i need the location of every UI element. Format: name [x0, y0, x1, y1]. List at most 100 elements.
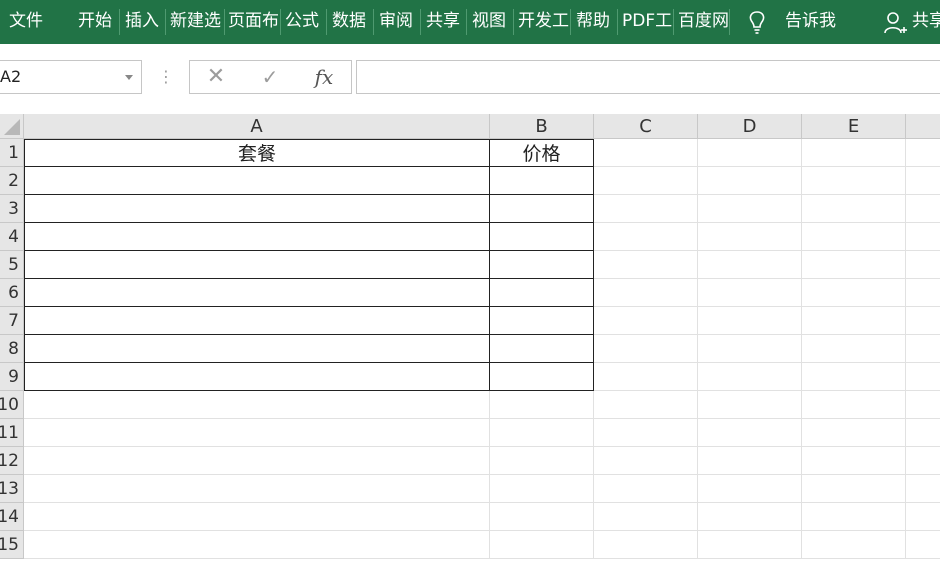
cell-e4[interactable]	[802, 223, 906, 251]
cell-c7[interactable]	[594, 307, 698, 335]
cell-d2[interactable]	[698, 167, 802, 195]
row-header-13[interactable]: 13	[0, 475, 24, 503]
cell-b11[interactable]	[490, 419, 594, 447]
row-header-8[interactable]: 8	[0, 335, 24, 363]
cell-c8[interactable]	[594, 335, 698, 363]
worksheet-grid[interactable]: ABCDE 1套餐价格 2 3 4 5 6 7 8 9 10 11 12 13 14 15	[0, 114, 940, 564]
cell-f12[interactable]	[906, 447, 940, 475]
cell-b1[interactable]: 价格	[490, 139, 594, 167]
row-header-15[interactable]: 15	[0, 531, 24, 559]
cell-d9[interactable]	[698, 363, 802, 391]
cell-d14[interactable]	[698, 503, 802, 531]
row-header-12[interactable]: 12	[0, 447, 24, 475]
cell-e13[interactable]	[802, 475, 906, 503]
cell-a10[interactable]	[24, 391, 490, 419]
ribbon-tab-pdf-tools[interactable]: PDF工	[622, 0, 672, 44]
row-header-4[interactable]: 4	[0, 223, 24, 251]
column-header-b[interactable]: B	[490, 114, 594, 139]
cell-f14[interactable]	[906, 503, 940, 531]
ribbon-tab-page-layout[interactable]: 页面布	[228, 0, 279, 44]
column-header-c[interactable]: C	[594, 114, 698, 139]
cell-d10[interactable]	[698, 391, 802, 419]
cell-a7[interactable]	[24, 307, 490, 335]
cell-b10[interactable]	[490, 391, 594, 419]
cell-c14[interactable]	[594, 503, 698, 531]
cell-f5[interactable]	[906, 251, 940, 279]
cell-b12[interactable]	[490, 447, 594, 475]
row-header-7[interactable]: 7	[0, 307, 24, 335]
cell-c15[interactable]	[594, 531, 698, 559]
cell-d6[interactable]	[698, 279, 802, 307]
cell-d1[interactable]	[698, 139, 802, 167]
cell-a1[interactable]: 套餐	[24, 139, 490, 167]
cell-e15[interactable]	[802, 531, 906, 559]
cancel-icon[interactable]: ✕	[196, 61, 236, 93]
ribbon-tab-file[interactable]: 文件	[9, 0, 53, 44]
cell-a8[interactable]	[24, 335, 490, 363]
cell-d7[interactable]	[698, 307, 802, 335]
cell-f7[interactable]	[906, 307, 940, 335]
cell-b8[interactable]	[490, 335, 594, 363]
ribbon-tab-review[interactable]: 审阅	[379, 0, 417, 44]
cell-e2[interactable]	[802, 167, 906, 195]
cell-c9[interactable]	[594, 363, 698, 391]
row-header-3[interactable]: 3	[0, 195, 24, 223]
cell-b9[interactable]	[490, 363, 594, 391]
cell-e14[interactable]	[802, 503, 906, 531]
person-icon[interactable]	[882, 0, 908, 44]
cell-f15[interactable]	[906, 531, 940, 559]
cell-d5[interactable]	[698, 251, 802, 279]
cell-b6[interactable]	[490, 279, 594, 307]
cell-a11[interactable]	[24, 419, 490, 447]
cell-b15[interactable]	[490, 531, 594, 559]
cell-b13[interactable]	[490, 475, 594, 503]
cell-a5[interactable]	[24, 251, 490, 279]
cell-d3[interactable]	[698, 195, 802, 223]
ribbon-tab-formulas[interactable]: 公式	[285, 0, 323, 44]
column-header-d[interactable]: D	[698, 114, 802, 139]
more-icon[interactable]: ⋮	[158, 66, 174, 88]
cell-a6[interactable]	[24, 279, 490, 307]
column-header-a[interactable]: A	[24, 114, 490, 139]
cell-e6[interactable]	[802, 279, 906, 307]
cell-f4[interactable]	[906, 223, 940, 251]
select-all-button[interactable]	[0, 114, 24, 139]
cell-a4[interactable]	[24, 223, 490, 251]
column-header-f[interactable]	[906, 114, 940, 139]
cell-a2[interactable]	[24, 167, 490, 195]
cell-d11[interactable]	[698, 419, 802, 447]
ribbon-tab-share[interactable]: 共享	[426, 0, 464, 44]
enter-icon[interactable]: ✓	[250, 61, 290, 93]
cell-d12[interactable]	[698, 447, 802, 475]
cell-c5[interactable]	[594, 251, 698, 279]
row-header-2[interactable]: 2	[0, 167, 24, 195]
name-box[interactable]: A2	[0, 60, 142, 94]
row-header-9[interactable]: 9	[0, 363, 24, 391]
row-header-1[interactable]: 1	[0, 139, 24, 167]
ribbon-tab-home[interactable]: 开始	[78, 0, 118, 44]
cell-a12[interactable]	[24, 447, 490, 475]
row-header-5[interactable]: 5	[0, 251, 24, 279]
ribbon-tab-insert[interactable]: 插入	[125, 0, 163, 44]
cell-b2[interactable]	[490, 167, 594, 195]
cell-f1[interactable]	[906, 139, 940, 167]
cell-c13[interactable]	[594, 475, 698, 503]
cell-b14[interactable]	[490, 503, 594, 531]
cell-b4[interactable]	[490, 223, 594, 251]
cell-f3[interactable]	[906, 195, 940, 223]
cell-c10[interactable]	[594, 391, 698, 419]
ribbon-tab-baidu-netdisk[interactable]: 百度网	[678, 0, 728, 44]
row-header-11[interactable]: 11	[0, 419, 24, 447]
row-header-14[interactable]: 14	[0, 503, 24, 531]
cell-e3[interactable]	[802, 195, 906, 223]
column-header-e[interactable]: E	[802, 114, 906, 139]
cell-e9[interactable]	[802, 363, 906, 391]
cell-b7[interactable]	[490, 307, 594, 335]
cell-e11[interactable]	[802, 419, 906, 447]
cell-f8[interactable]	[906, 335, 940, 363]
cell-e12[interactable]	[802, 447, 906, 475]
cell-a9[interactable]	[24, 363, 490, 391]
chevron-down-icon[interactable]	[125, 75, 133, 80]
tell-me-search[interactable]: 告诉我	[785, 0, 845, 44]
cell-d8[interactable]	[698, 335, 802, 363]
